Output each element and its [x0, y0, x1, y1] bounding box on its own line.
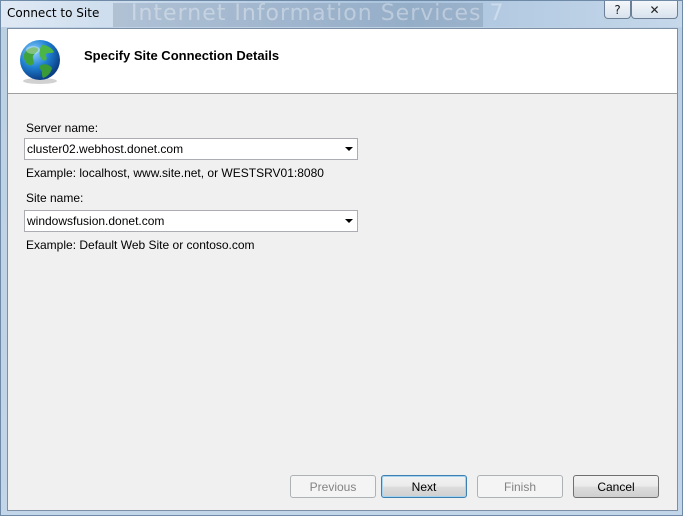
dialog-client-area: Specify Site Connection Details Server n…	[7, 28, 678, 511]
close-button[interactable]: ✕	[631, 1, 678, 19]
dialog-window: Internet Information Services 7 Connect …	[0, 0, 683, 516]
server-name-combobox[interactable]: cluster02.webhost.donet.com	[24, 138, 358, 160]
help-icon: ?	[614, 2, 621, 17]
chevron-down-icon[interactable]	[345, 219, 353, 223]
background-window-title: Internet Information Services 7	[131, 1, 505, 26]
site-name-combobox[interactable]: windowsfusion.donet.com	[24, 210, 358, 232]
page-title: Specify Site Connection Details	[84, 48, 280, 63]
site-name-label: Site name:	[26, 191, 84, 205]
wizard-header: Specify Site Connection Details	[8, 29, 677, 94]
help-button[interactable]: ?	[604, 1, 631, 19]
chevron-down-icon[interactable]	[345, 147, 353, 151]
close-icon: ✕	[649, 2, 660, 17]
title-bar[interactable]: Internet Information Services 7 Connect …	[1, 1, 682, 27]
cancel-button[interactable]: Cancel	[573, 475, 659, 498]
server-name-value: cluster02.webhost.donet.com	[27, 142, 184, 156]
site-name-example: Example: Default Web Site or contoso.com	[26, 238, 255, 252]
server-name-label: Server name:	[26, 121, 99, 135]
window-title: Connect to Site	[7, 6, 100, 20]
next-button[interactable]: Next	[381, 475, 467, 498]
previous-button[interactable]: Previous	[290, 475, 376, 498]
site-name-value: windowsfusion.donet.com	[27, 214, 165, 228]
server-name-example: Example: localhost, www.site.net, or WES…	[26, 166, 324, 180]
finish-button[interactable]: Finish	[477, 475, 563, 498]
globe-icon	[20, 40, 60, 84]
